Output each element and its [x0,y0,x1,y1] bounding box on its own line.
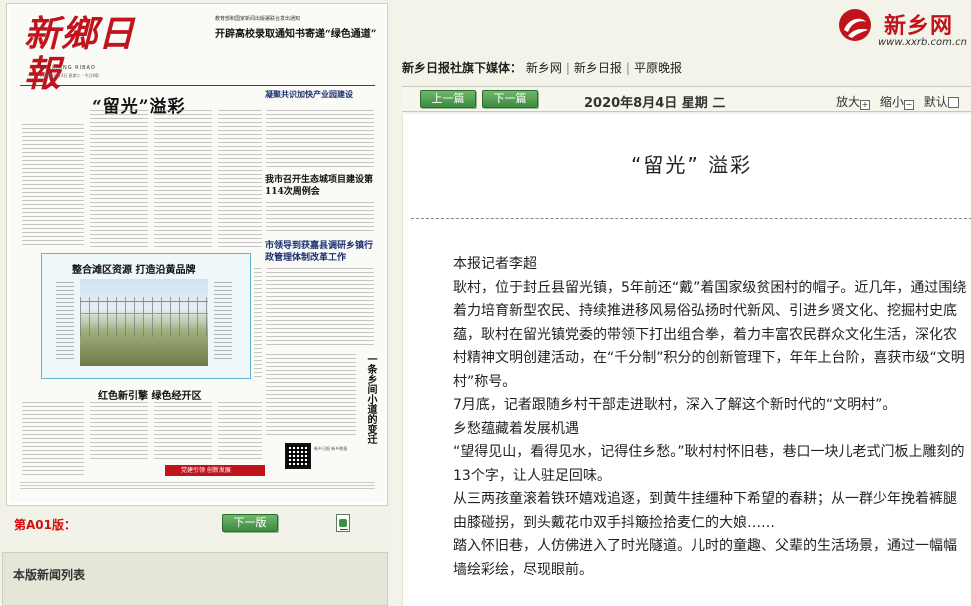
page-footer [20,482,375,490]
text-column [266,110,374,170]
bottom-headline: 红色新引擎 绿色经开区 [98,391,202,402]
text-column [22,124,84,248]
top-headline-block: 教育部和国家新闻出版署联合发出通知 开辟高校录取通知书寄递“绿色通道” [215,16,380,40]
text-column [154,402,212,462]
masthead-date: 2020年8月4日 星期二 · 今日8版 [40,73,99,78]
article-paragraph: 踏入怀旧巷，人仿佛进入了时光隧道。儿时的童趣、父辈的生活场景，通过一幅幅墙绘彩绘… [453,538,957,578]
qr-code-icon [285,443,311,469]
red-banner: 党建引领 创新发展 [165,465,265,476]
title-divider [411,218,971,219]
farm-photo [80,279,208,366]
zoom-controls: 放大 + 缩小 − 默认 [836,93,959,110]
site-brand[interactable]: 新乡网 www.xxrb.com.cn [834,4,971,50]
media-link-xinxiang-daily[interactable]: 新乡日报 [574,61,622,75]
media-link-xinxiang-net[interactable]: 新乡网 [526,61,562,75]
side-headline-1: 凝聚共识加快产业园建设 [265,89,353,99]
brand-name: 新乡网 [884,14,954,39]
vertical-headline: 一条乡间小道的变迁 [365,354,376,444]
newspaper-masthead: 新鄉日報 [24,14,144,94]
page-nav-bar: 第A01版： 下一版 [0,511,391,535]
pdf-icon[interactable] [336,514,350,532]
photo-caption [56,282,74,362]
issue-date: 2020年8月4日 星期 二 [584,96,726,111]
masthead-info: XINXIANG RIBAO 2020年8月4日 星期二 · 今日8版 [40,66,160,82]
zoom-out-label: 缩小 [879,95,904,109]
photo-caption [214,282,232,362]
article-paragraph: 7月底，记者跟随乡村干部走进耿村，深入了解这个新时代的“文明村”。 [453,397,897,413]
text-column [254,268,262,378]
text-column [154,110,212,248]
text-column [266,202,374,234]
zoom-in-label: 放大 [836,95,861,109]
text-column [266,268,374,346]
article-title: “留光” 溢彩 [631,153,753,177]
article-paragraph: 从三两孩童滚着铁环嬉戏追逐，到黄牛挂缰种下希望的春耕；从一群少年挽着裤腿由膝碰拐… [453,491,957,531]
page-label: 第A01版： [14,518,76,532]
masthead-pinyin: XINXIANG RIBAO [40,65,96,71]
photo-feature: 整合滩区资源 打造沿黄品牌 [41,253,251,379]
article-paragraph: 耿村，位于封丘县留光镇，5年前还“戴”着国家级贫困村的帽子。近几年，通过围绕着力… [453,279,967,390]
default-zoom-label: 默认 [923,95,948,109]
masthead-logo: 新鄉日報 [24,13,136,95]
zoom-in-icon[interactable]: + [860,100,871,110]
article-panel: “留光” 溢彩 本报记者李超 耿村，位于封丘县留光镇，5年前还“戴”着国家级贫困… [402,114,971,606]
zoom-out-icon[interactable]: − [903,100,914,110]
newspaper-page-image[interactable]: 新鄉日報 XINXIANG RIBAO 2020年8月4日 星期二 · 今日8版… [10,6,385,502]
next-page-button[interactable]: 下一版 [222,514,278,532]
article-toolbar: 上一篇 下一篇 2020年8月4日 星期 二 放大 + 缩小 − 默认 [402,86,971,112]
left-panel: 新鄉日報 XINXIANG RIBAO 2020年8月4日 星期二 · 今日8版… [0,0,391,606]
qr-caption: 新乡日报 新乡晚报 [314,446,348,451]
news-list-title: 本版新闻列表 [13,568,86,582]
brand-url: www.xxrb.com.cn [878,37,967,48]
text-column [266,354,356,438]
text-column [22,402,84,478]
news-list-panel: 本版新闻列表 [2,552,388,606]
media-label: 新乡日报社旗下媒体： [402,61,523,75]
text-column [218,402,262,462]
text-column [218,110,262,248]
article-byline: 本报记者李超 [453,256,537,272]
prev-article-button[interactable]: 上一篇 [420,90,476,108]
media-links-row: 新乡日报社旗下媒体： 新乡网 | 新乡日报 | 平原晚报 [402,61,682,75]
article-body: 本报记者李超 耿村，位于封丘县留光镇，5年前还“戴”着国家级贫困村的帽子。近几年… [453,253,968,582]
media-link-pingyuan-evening[interactable]: 平原晚报 [634,61,682,75]
side-headline-3: 市领导到获嘉县调研乡镇行政管理体制改革工作 [265,241,374,263]
text-column [90,110,148,248]
photo-headline: 整合滩区资源 打造沿黄品牌 [72,265,196,276]
top-headline: 开辟高校录取通知书寄递“绿色通道” [215,29,377,40]
text-column [90,402,148,462]
top-notice: 教育部和国家新闻出版署联合发出通知 [215,16,301,22]
default-zoom-checkbox[interactable] [947,97,959,108]
article-paragraph: “望得见山，看得见水，记得住乡愁。”耿村村怀旧巷，巷口一块儿老式门板上雕刻的13… [453,444,965,484]
next-article-button[interactable]: 下一篇 [482,90,538,108]
brand-swirl-icon [839,9,871,41]
side-headline-2: 我市召开生态城项目建设第114次周例会 [265,175,374,197]
masthead-rule [20,85,375,86]
article-subheading: 乡愁蕴藏着发展机遇 [453,420,579,437]
